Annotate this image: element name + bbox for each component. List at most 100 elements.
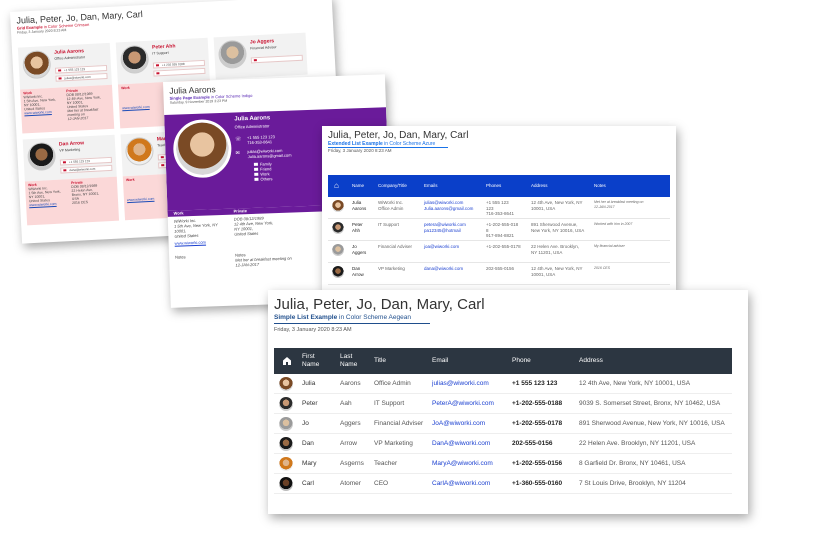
simple-list-example-sheet: Julia, Peter, Jo, Dan, Mary, Carl Simple… <box>268 290 748 514</box>
table-row[interactable]: Julia Aarons Office Admin julias@wiworki… <box>274 374 732 394</box>
row-address-2: New York, NY 10016, USA <box>531 227 585 233</box>
row-company: Financial Adviser <box>378 244 413 249</box>
card-title: IT Support <box>152 50 169 56</box>
col-header-emails: Emails <box>424 183 438 188</box>
row-address: 9039 S. Somerset Street, Bronx, NY 10462… <box>579 400 721 407</box>
contact-job: Office Administrator <box>234 123 270 130</box>
row-phone: +1 555 123 123 <box>512 380 558 387</box>
row-email-1[interactable]: joa@wiworki.com <box>424 244 459 250</box>
row-email[interactable]: DanA@wiworki.com <box>432 440 490 447</box>
work-link[interactable]: www.wiworki.com <box>175 240 206 246</box>
grid-card[interactable]: Dan Arrow VP Marketing +1 555 123 123 da… <box>22 134 120 226</box>
row-email-2[interactable]: Julia.aarons@gmail.com <box>424 206 473 212</box>
card-email <box>153 67 206 77</box>
table-row[interactable]: Dan Arrow VP Marketing dana@wiworki.com … <box>328 263 670 285</box>
contact-email-2[interactable]: Julia.aarons@gmail.com <box>248 153 292 160</box>
row-first-name: Peter <box>302 400 318 407</box>
row-phone-3: 716-353-8641 <box>486 211 515 216</box>
card-note: Met her at breakfast meeting on 12-JAN-2… <box>67 107 99 122</box>
avatar <box>279 457 293 471</box>
work-header: Work <box>173 210 184 216</box>
table-row[interactable]: Mary Asgerns Teacher MaryA@wiworki.com +… <box>274 454 732 474</box>
row-email-1[interactable]: dana@wiworki.com <box>424 266 463 272</box>
row-last-name: Arrow <box>352 271 364 277</box>
row-first-name: Julia <box>302 380 316 387</box>
extended-sheet-date: Friday, 3 January 2020 8:23 AM <box>328 148 392 153</box>
home-icon <box>283 357 291 365</box>
row-phone: 202-555-0156 <box>512 440 553 447</box>
avatar <box>332 200 344 212</box>
row-first-name: Jo <box>302 420 309 427</box>
col-header-first-name: First Name <box>302 353 320 368</box>
page-title: Julia, Peter, Jo, Dan, Mary, Carl <box>274 296 485 313</box>
phone-icon: ☏ <box>234 136 242 143</box>
row-last-name: Arrow <box>340 440 357 447</box>
col-header-name: Name <box>352 183 365 188</box>
card-link[interactable]: www.wiworki.com <box>122 104 162 110</box>
avatar <box>332 266 344 278</box>
table-row[interactable]: Dan Arrow VP Marketing DanA@wiworki.com … <box>274 434 732 454</box>
col-header-phones: Phones <box>486 183 502 188</box>
grid-card[interactable]: Julia Aarons Office Administrator +1 555… <box>17 42 115 134</box>
row-email[interactable]: julias@wiworki.com <box>432 380 489 387</box>
table-row[interactable]: Julia Aarons WiWorki Inc. Office Admin j… <box>328 197 670 219</box>
row-phone-3: 917-894-8821 <box>486 233 515 238</box>
row-phone: +1-202-555-0178 <box>512 420 563 427</box>
avatar <box>279 477 293 491</box>
row-last-name: Ahh <box>352 227 361 233</box>
col-header-notes: Notes <box>594 183 606 188</box>
table-row[interactable]: Carl Atomer CEO CarlA@wiworki.com +1-360… <box>274 474 732 494</box>
row-address: 8 Garfield Dr. Bronx, NY 10461, USA <box>579 460 686 467</box>
card-email: julias@wiworki.com <box>55 72 108 82</box>
table-row[interactable]: Jo Aggers Financial Adviser JoA@wiworki.… <box>274 414 732 434</box>
row-last-name: Asgerns <box>340 460 364 467</box>
row-email[interactable]: CarlA@wiworki.com <box>432 480 490 487</box>
card-link[interactable]: www.wiworki.com <box>127 196 167 202</box>
col-header-title: Title <box>374 357 387 364</box>
row-note-1: 2016 CES <box>594 266 610 270</box>
card-link[interactable]: www.wiworki.com <box>29 201 69 207</box>
card-name: Peter Ahh <box>151 43 176 51</box>
row-last-name: Aggers <box>340 420 361 427</box>
row-email-2[interactable]: pa12345@hotmail <box>424 228 461 234</box>
table-row[interactable]: Peter Ahh IT Support petera@wiworki.com … <box>328 219 670 241</box>
avatar <box>124 136 155 167</box>
row-title: VP Marketing <box>374 440 413 447</box>
row-last-name: Aggers <box>352 249 367 255</box>
card-link[interactable]: www.wiworki.com <box>24 109 64 115</box>
contact-name: Julia Aarons <box>234 115 271 123</box>
row-phone: +1-202-555-0156 <box>512 460 563 467</box>
card-work-header: Work <box>125 177 135 183</box>
table-row[interactable]: Peter Aah IT Support PeterA@wiworki.com … <box>274 394 732 414</box>
avatar <box>119 44 150 75</box>
contact-phone-2[interactable]: 716-353-8641 <box>247 139 272 145</box>
card-title: Financial Adviser <box>250 45 277 51</box>
mail-icon: ✉ <box>235 150 240 157</box>
extended-table-header: ⌂ Name Company/Title Emails Phones Addre… <box>328 175 670 197</box>
work-address-3: United States <box>174 232 199 239</box>
private-address-3: United States <box>234 230 259 237</box>
page-date: Friday, 3 January 2020 8:23 AM <box>274 327 352 333</box>
row-email[interactable]: JoA@wiworki.com <box>432 420 485 427</box>
avatar <box>279 417 293 431</box>
group-checkbox-others[interactable]: Others <box>254 176 272 182</box>
table-header: First Name Last Name Title Email Phone Add… <box>274 348 732 374</box>
extended-list-example-sheet: Julia, Peter, Jo, Dan, Mary, Carl Extend… <box>322 126 676 290</box>
row-last-name: Aah <box>340 400 352 407</box>
table-row[interactable]: Jo Aggers Financial Adviser joa@wiworki.… <box>328 241 670 263</box>
card-phone <box>250 54 303 64</box>
grid-cards: Julia Aarons Office Administrator +1 555… <box>17 31 328 226</box>
row-email[interactable]: PeterA@wiworki.com <box>432 400 494 407</box>
card-note: 2016 CES <box>71 200 89 206</box>
card-email: dana@wiworki.com <box>60 164 113 174</box>
avatar <box>217 39 248 70</box>
row-first-name: Mary <box>302 460 317 467</box>
col-header-company: Company/Title <box>378 183 407 188</box>
row-title: Financial Adviser <box>374 420 424 427</box>
avatar <box>279 397 293 411</box>
notes-label-left: Notes <box>175 254 186 260</box>
row-last-name: Aarons <box>340 380 361 387</box>
row-title: Teacher <box>374 460 398 467</box>
row-note-1: My financial adviser <box>594 244 625 248</box>
row-email[interactable]: MaryA@wiworki.com <box>432 460 493 467</box>
